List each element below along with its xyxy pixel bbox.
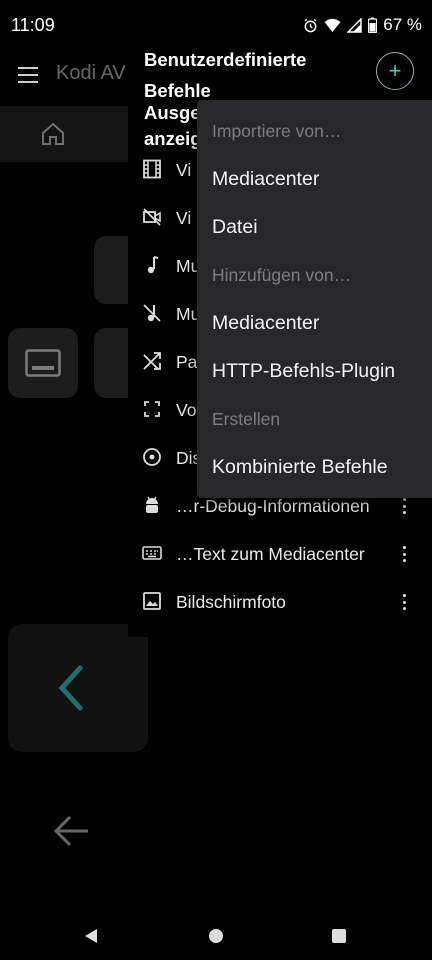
command-label: Vo [176, 400, 197, 420]
more-options-icon[interactable] [400, 496, 408, 516]
battery-percent: 67 % [383, 15, 422, 34]
more-options-icon[interactable] [400, 592, 408, 612]
nav-back-icon[interactable] [84, 928, 98, 944]
command-row-screenshot[interactable]: Bildschirmfoto [128, 578, 432, 626]
drawer-title: Benutzerdefinierte Befehle [144, 49, 307, 101]
image-icon [143, 592, 161, 610]
more-options-icon[interactable] [400, 544, 408, 564]
import-file-item[interactable]: Datei [212, 216, 258, 239]
music-note-icon [147, 256, 159, 274]
add-http-plugin-item[interactable]: HTTP-Befehls-Plugin [212, 360, 395, 383]
keyboard-icon [142, 546, 162, 560]
wifi-icon [324, 18, 341, 32]
command-label: Bildschirmfoto [176, 592, 286, 612]
command-label: …r-Debug-Informationen [176, 496, 370, 516]
videocam-off-icon [143, 208, 161, 226]
create-combined-commands-item[interactable]: Kombinierte Befehle [212, 456, 388, 479]
shuffle-icon [143, 352, 161, 370]
alarm-icon [304, 18, 317, 32]
subtitles-icon [25, 349, 61, 377]
import-mediacenter-item[interactable]: Mediacenter [212, 168, 319, 191]
command-label: Vi [176, 208, 192, 228]
fullscreen-icon [144, 401, 160, 417]
show-selected-label[interactable]: Ausgewählte anzeigen [144, 100, 204, 152]
android-icon [146, 496, 158, 513]
command-row-send-text[interactable]: …Text zum Mediacenter [128, 530, 432, 578]
disc-icon [143, 448, 161, 466]
command-label: …Text zum Mediacenter [176, 544, 365, 564]
film-icon [143, 159, 161, 179]
menu-icon[interactable] [18, 67, 38, 83]
chevron-left-icon [58, 665, 83, 711]
status-time: 11:09 [11, 15, 55, 35]
command-label: Vi [176, 160, 192, 180]
status-icons: 67 % [303, 15, 422, 35]
add-mediacenter-item[interactable]: Mediacenter [212, 312, 319, 335]
add-from-header: Hinzufügen von… [212, 265, 352, 285]
battery-icon [368, 17, 378, 33]
background-app-title: Kodi AV [56, 62, 126, 84]
home-icon[interactable] [40, 121, 66, 147]
signal-icon [347, 17, 362, 33]
add-command-popup-menu: Importiere von… Mediacenter Datei Hinzuf… [197, 100, 432, 498]
nav-home-icon[interactable] [209, 929, 223, 943]
create-header: Erstellen [212, 409, 281, 429]
arrow-back-icon[interactable] [52, 814, 90, 848]
command-label: Pa [176, 352, 198, 372]
import-from-header: Importiere von… [212, 121, 342, 141]
add-button[interactable]: + [376, 52, 414, 90]
nav-recents-icon[interactable] [332, 929, 346, 943]
music-off-icon [143, 304, 161, 322]
